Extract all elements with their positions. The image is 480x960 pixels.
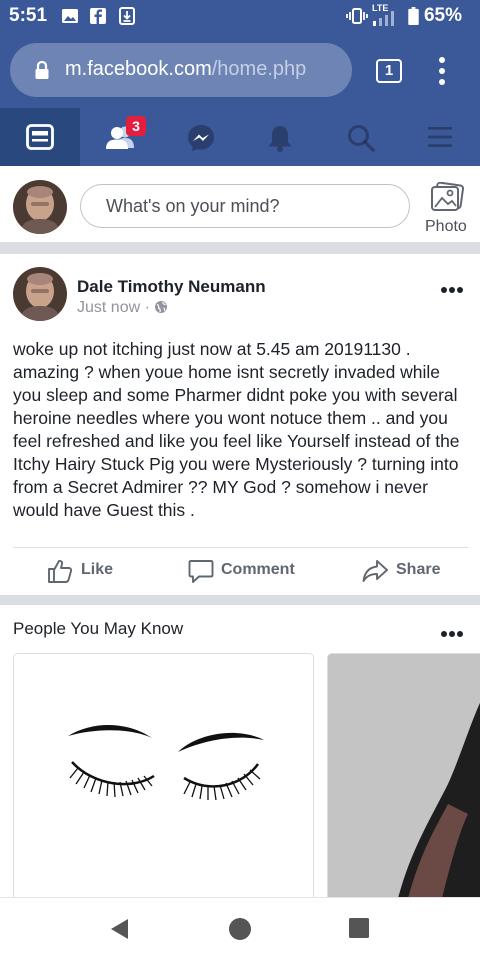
gallery-icon bbox=[62, 9, 78, 23]
back-icon[interactable] bbox=[108, 917, 130, 941]
nav-notifications[interactable] bbox=[240, 108, 320, 166]
nav-friend-requests[interactable] bbox=[80, 108, 160, 166]
comment-label: Comment bbox=[221, 561, 295, 578]
status-bar: 5:51 LTE 65% bbox=[0, 0, 480, 34]
nav-menu[interactable] bbox=[400, 108, 480, 166]
post-time[interactable]: Just now bbox=[77, 299, 140, 316]
photo-button[interactable]: Photo bbox=[418, 180, 476, 240]
suggestion-card[interactable] bbox=[13, 653, 314, 913]
facebook-nav-bar bbox=[0, 108, 480, 166]
like-label: Like bbox=[81, 561, 114, 578]
more-options-icon[interactable] bbox=[440, 630, 464, 638]
eyelashes-image bbox=[14, 654, 313, 912]
post-body: woke up not itching just now at 5.45 am … bbox=[13, 339, 460, 520]
status-time: 5:51 bbox=[9, 5, 48, 26]
friend-requests-badge: 3 bbox=[126, 116, 146, 136]
status-input[interactable]: What's on your mind? bbox=[80, 184, 410, 228]
comment-button[interactable]: Comment bbox=[188, 554, 318, 590]
photo-label: Photo bbox=[425, 218, 467, 235]
lock-icon bbox=[35, 60, 49, 79]
post-timestamp: Just now · bbox=[77, 299, 168, 317]
nav-messenger[interactable] bbox=[160, 108, 240, 166]
meta-separator: · bbox=[144, 299, 150, 316]
post-author-avatar[interactable] bbox=[13, 267, 67, 321]
globe-icon bbox=[155, 301, 168, 313]
nav-news-feed[interactable] bbox=[0, 108, 80, 166]
home-icon[interactable] bbox=[228, 917, 252, 941]
system-navigation-bar bbox=[0, 897, 480, 960]
url-host: m.facebook.com bbox=[65, 58, 212, 80]
share-icon bbox=[362, 560, 388, 582]
notifications-icon bbox=[268, 126, 292, 152]
download-icon bbox=[119, 7, 135, 25]
post-action-divider bbox=[13, 547, 468, 548]
more-options-icon[interactable] bbox=[440, 286, 464, 294]
feed-post: Dale Timothy Neumann Just now · woke up … bbox=[0, 254, 480, 595]
screen: 5:51 LTE 65% m.facebook.com/home.php 1 3… bbox=[0, 0, 480, 960]
pymk-title: People You May Know bbox=[13, 619, 184, 638]
news-feed-icon bbox=[26, 124, 54, 150]
comment-icon bbox=[188, 560, 214, 583]
status-input-placeholder: What's on your mind? bbox=[106, 196, 280, 216]
address-bar[interactable]: m.facebook.com/home.php bbox=[10, 43, 352, 97]
people-you-may-know: People You May Know bbox=[0, 605, 480, 913]
share-button[interactable]: Share bbox=[362, 554, 452, 590]
battery-percent: 65% bbox=[423, 5, 462, 26]
post-composer: What's on your mind? Photo bbox=[0, 166, 480, 242]
suggestion-card[interactable] bbox=[327, 653, 480, 913]
avatar[interactable] bbox=[13, 180, 67, 234]
url-path: /home.php bbox=[211, 58, 307, 80]
vibrate-icon bbox=[346, 8, 368, 24]
browser-toolbar: m.facebook.com/home.php 1 bbox=[0, 34, 480, 108]
browser-menu-icon[interactable] bbox=[436, 56, 448, 86]
recents-icon[interactable] bbox=[348, 917, 370, 939]
profile-photo bbox=[328, 654, 480, 912]
nav-search[interactable] bbox=[320, 108, 400, 166]
menu-icon bbox=[428, 127, 452, 147]
post-author-name[interactable]: Dale Timothy Neumann bbox=[77, 277, 266, 297]
facebook-notification-icon bbox=[90, 8, 106, 24]
search-icon bbox=[348, 125, 375, 152]
share-label: Share bbox=[396, 561, 441, 578]
feed-separator bbox=[0, 242, 480, 254]
messenger-icon bbox=[188, 125, 214, 152]
battery-icon bbox=[408, 7, 419, 25]
tab-switcher-button[interactable]: 1 bbox=[376, 59, 402, 83]
like-button[interactable]: Like bbox=[47, 554, 157, 590]
url-text: m.facebook.com/home.php bbox=[65, 58, 306, 81]
feed-separator bbox=[0, 595, 480, 605]
photo-icon bbox=[431, 182, 464, 211]
thumbs-up-icon bbox=[48, 559, 73, 583]
signal-icon bbox=[373, 11, 394, 26]
